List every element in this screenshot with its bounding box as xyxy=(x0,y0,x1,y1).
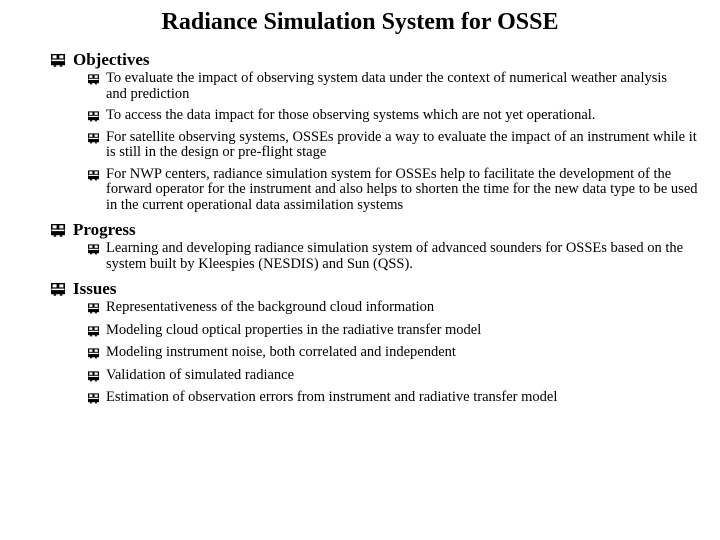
bus-icon xyxy=(88,111,99,122)
bus-icon xyxy=(88,244,99,255)
bullet-item: For NWP centers, radiance simulation sys… xyxy=(0,165,720,214)
bullet-item-text: To evaluate the impact of observing syst… xyxy=(106,70,668,102)
bullet-item-text: Modeling instrument noise, both correlat… xyxy=(106,344,456,360)
bullet-item: To evaluate the impact of observing syst… xyxy=(0,70,720,102)
bus-icon xyxy=(51,224,65,237)
bus-icon xyxy=(88,169,99,181)
bullet-item-text: Representativeness of the background clo… xyxy=(106,299,435,315)
bullet-item: Validation of simulated radiance xyxy=(0,366,720,384)
bullet-item-text: To access the data impact for those obse… xyxy=(106,107,596,123)
bullet-item: Modeling instrument noise, both correlat… xyxy=(0,344,720,361)
bullet-item: To access the data impact for those obse… xyxy=(0,107,720,124)
bullet-item-text: Modeling cloud optical properties in the… xyxy=(106,321,482,338)
bullet-item-text: For satellite observing systems, OSSEs p… xyxy=(106,128,697,160)
bus-icon xyxy=(88,348,99,359)
slide-title: Radiance Simulation System for OSSE xyxy=(161,9,559,35)
section-heading-label: Progress xyxy=(73,220,136,239)
bullet-item: Representativeness of the background clo… xyxy=(0,299,720,316)
bullet-item-text: For NWP centers, radiance simulation sys… xyxy=(106,165,698,213)
bullet-item: Modeling cloud optical properties in the… xyxy=(0,321,720,339)
bullet-item: Estimation of observation errors from in… xyxy=(0,389,720,406)
bus-icon xyxy=(51,54,65,67)
bus-icon xyxy=(88,393,99,404)
bullet-item-text: Validation of simulated radiance xyxy=(106,366,295,383)
bullet-item-text: Estimation of observation errors from in… xyxy=(106,389,558,405)
section-heading-label: Objectives xyxy=(73,50,150,69)
bullet-item: Learning and developing radiance simulat… xyxy=(0,240,720,272)
section-heading-row: Progress xyxy=(0,220,720,240)
section-heading-label: Issues xyxy=(73,279,117,298)
bullet-item: For satellite observing systems, OSSEs p… xyxy=(0,128,720,161)
slide-body: Objectives To evaluate the impact of obs… xyxy=(0,50,720,406)
bus-icon xyxy=(88,74,99,85)
bus-icon xyxy=(51,283,65,296)
presentation-slide: Radiance Simulation System for OSSE Obje… xyxy=(0,0,720,540)
section-heading-row: Objectives xyxy=(0,50,720,70)
bus-icon xyxy=(88,303,99,314)
bullet-item-text: Learning and developing radiance simulat… xyxy=(106,240,684,272)
section-heading-row: Issues xyxy=(0,279,720,299)
bus-icon xyxy=(88,325,99,337)
bus-icon xyxy=(88,132,99,144)
bus-icon xyxy=(88,370,99,382)
